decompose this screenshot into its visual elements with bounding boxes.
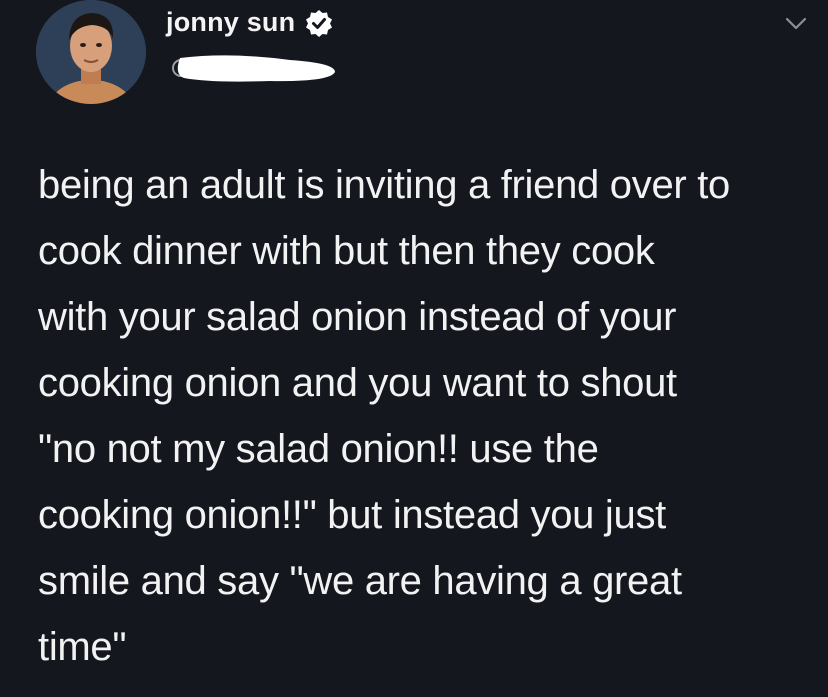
author-header[interactable]: jonny sun xyxy=(166,7,333,38)
verified-badge-icon xyxy=(306,9,333,37)
redacted-handle xyxy=(172,55,335,82)
chevron-down-icon[interactable] xyxy=(781,8,811,38)
avatar[interactable] xyxy=(36,0,146,104)
tweet-text: being an adult is inviting a friend over… xyxy=(38,163,730,669)
user-avatar-icon xyxy=(36,0,146,104)
author-display-name[interactable]: jonny sun xyxy=(166,7,295,38)
tweet-card: jonny sun being an adult is inviting a f… xyxy=(0,0,828,697)
